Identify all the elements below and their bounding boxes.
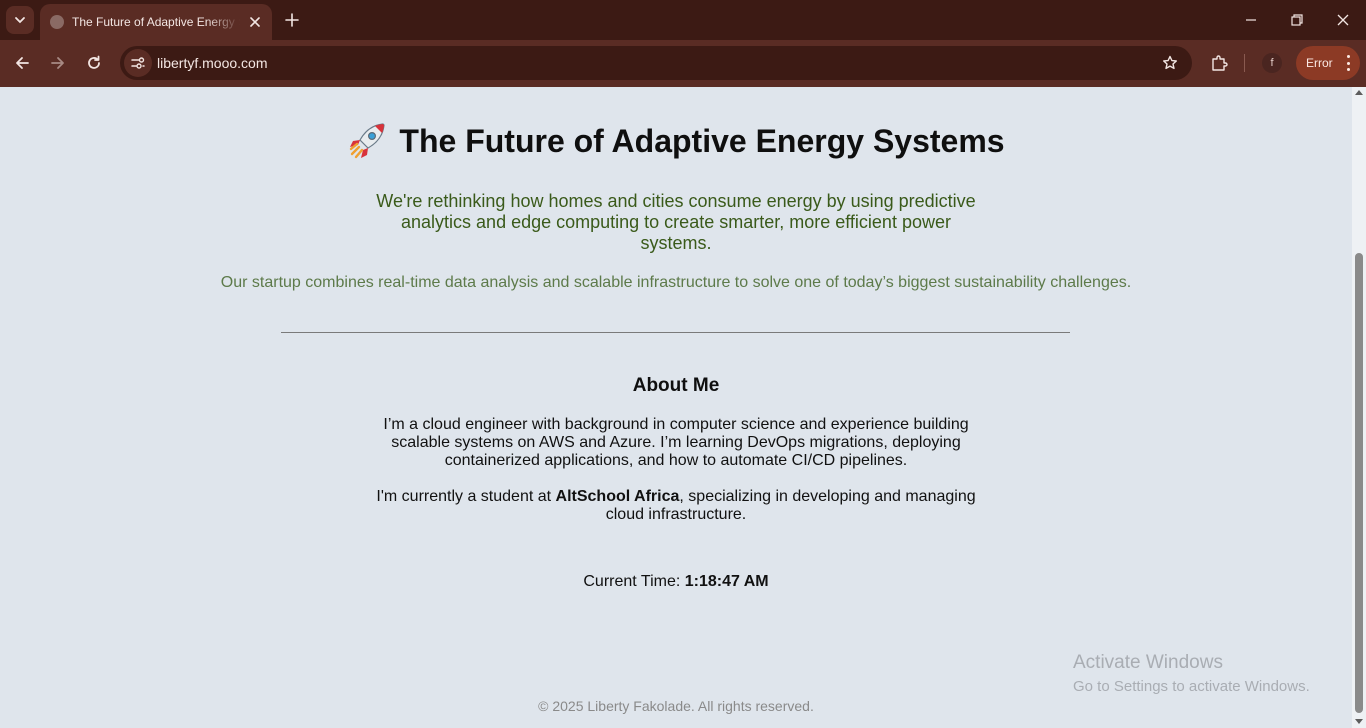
window-close-icon (1337, 14, 1349, 26)
about-paragraph-1: I’m a cloud engineer with background in … (383, 416, 969, 469)
window-close-button[interactable] (1320, 0, 1366, 40)
browser-toolbar: libertyf.mooo.com f Error (0, 40, 1366, 87)
footer-copyright: © 2025 Liberty Fakolade. All rights rese… (538, 698, 814, 714)
restore-icon (1291, 14, 1303, 26)
about-title: About Me (632, 375, 720, 396)
subtext: Our startup combines real-time data anal… (220, 274, 1132, 291)
forward-arrow-icon (51, 57, 64, 69)
new-tab-button[interactable] (280, 8, 304, 32)
rocket-icon (350, 123, 386, 159)
minimize-icon (1246, 19, 1256, 21)
forward-button[interactable] (43, 48, 73, 78)
about-p2-prefix: I'm currently a student at (376, 488, 556, 505)
star-icon (1163, 55, 1177, 70)
tab-search-button[interactable] (6, 6, 34, 34)
profile-initial: f (1270, 57, 1274, 69)
site-info-button[interactable] (124, 49, 152, 77)
extensions-icon (1212, 55, 1228, 71)
activate-subtitle: Go to Settings to activate Windows. (1073, 678, 1310, 695)
browser-tab[interactable]: The Future of Adaptive Energy Systems (40, 4, 272, 40)
extensions-button[interactable] (1205, 48, 1233, 78)
browser-titlebar: The Future of Adaptive Energy Systems (0, 0, 1366, 40)
chevron-down-icon (15, 17, 25, 24)
time-label: Current Time: (583, 573, 685, 590)
address-bar[interactable]: libertyf.mooo.com (120, 46, 1192, 80)
error-menu-button[interactable]: Error (1296, 46, 1360, 80)
error-label: Error (1306, 56, 1333, 70)
toolbar-divider (1244, 54, 1245, 72)
profile-avatar[interactable]: f (1262, 53, 1282, 73)
scroll-up-arrow[interactable] (1355, 90, 1363, 95)
scroll-down-arrow[interactable] (1355, 719, 1363, 724)
page-title-text: The Future of Adaptive Energy Systems (399, 122, 1005, 159)
section-divider (281, 332, 1070, 333)
restore-button[interactable] (1274, 0, 1320, 40)
back-arrow-icon (16, 57, 29, 69)
bookmark-button[interactable] (1158, 51, 1182, 75)
url-text[interactable]: libertyf.mooo.com (157, 55, 267, 71)
current-time: Current Time: 1:18:47 AM (0, 573, 1352, 591)
close-icon (250, 17, 260, 27)
about-paragraph-2: I'm currently a student at AltSchool Afr… (366, 488, 986, 524)
site-info-icon (131, 57, 145, 69)
activate-windows-watermark: Activate Windows Go to Settings to activ… (1073, 652, 1310, 695)
school-name: AltSchool Africa (555, 488, 680, 505)
more-vert-icon (1346, 55, 1350, 71)
back-button[interactable] (7, 48, 37, 78)
tab-close-button[interactable] (246, 13, 264, 31)
page-viewport: The Future of Adaptive Energy Systems We… (0, 87, 1352, 728)
tab-title: The Future of Adaptive Energy Systems (72, 15, 240, 29)
globe-favicon-icon (50, 15, 64, 29)
scroll-thumb[interactable] (1355, 253, 1363, 713)
page-scrollbar[interactable] (1352, 87, 1366, 728)
minimize-button[interactable] (1228, 0, 1274, 40)
reload-icon (88, 55, 100, 69)
time-value: 1:18:47 AM (684, 573, 769, 590)
tagline: We're rethinking how homes and cities co… (376, 191, 976, 253)
activate-title: Activate Windows (1073, 652, 1223, 673)
plus-icon (285, 13, 299, 27)
page-title: The Future of Adaptive Energy Systems (0, 121, 1352, 161)
reload-button[interactable] (79, 48, 109, 78)
